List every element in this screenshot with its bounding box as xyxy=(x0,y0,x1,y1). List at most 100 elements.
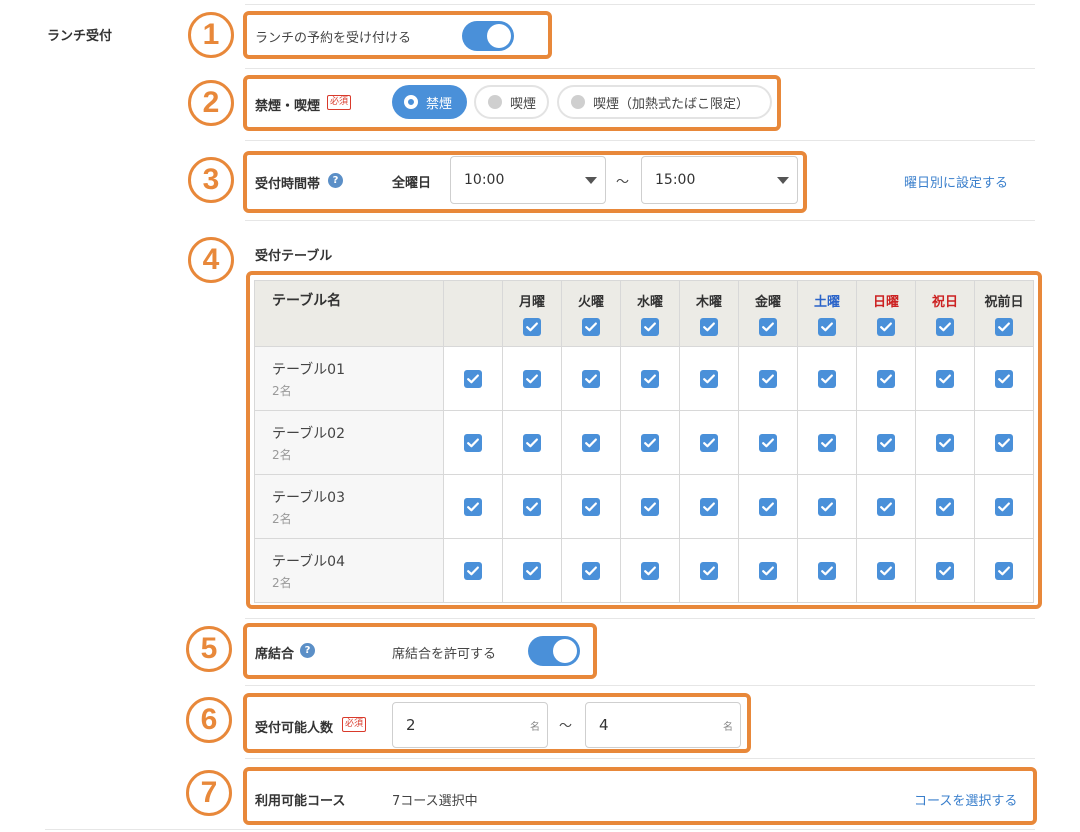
day-availability-cell xyxy=(620,538,680,603)
end-time-value: 15:00 xyxy=(655,172,696,188)
smoking-option-nonsmoking[interactable]: 禁煙 xyxy=(392,85,467,119)
day-availability-checkbox[interactable] xyxy=(582,434,600,453)
day-availability-checkbox[interactable] xyxy=(523,562,541,581)
day-select-all-checkbox[interactable] xyxy=(818,318,836,336)
day-availability-checkbox[interactable] xyxy=(759,562,777,581)
select-course-link[interactable]: コースを選択する xyxy=(914,790,1017,809)
option-label: 喫煙 xyxy=(510,96,537,112)
day-availability-checkbox[interactable] xyxy=(700,434,718,453)
day-availability-checkbox[interactable] xyxy=(582,498,600,517)
hours-label: 受付時間帯 xyxy=(255,177,321,192)
day-availability-checkbox[interactable] xyxy=(877,370,895,389)
day-column-header: 火曜 xyxy=(561,280,621,347)
smoking-option-heated[interactable]: 喫煙（加熱式たばこ限定） xyxy=(557,85,772,119)
day-availability-checkbox[interactable] xyxy=(818,562,836,581)
day-availability-cell xyxy=(561,346,621,411)
day-availability-checkbox[interactable] xyxy=(759,370,777,389)
row-select-all-cell xyxy=(443,474,503,539)
day-availability-checkbox[interactable] xyxy=(759,498,777,517)
day-availability-checkbox[interactable] xyxy=(582,370,600,389)
day-availability-checkbox[interactable] xyxy=(641,370,659,389)
day-label: 日曜 xyxy=(872,295,899,310)
caret-down-icon xyxy=(585,177,597,184)
table-name: テーブル01 xyxy=(272,361,345,378)
day-availability-checkbox[interactable] xyxy=(700,498,718,517)
row-select-all-cell xyxy=(443,346,503,411)
annotation-badge-4: 4 xyxy=(188,237,234,283)
caret-down-icon xyxy=(777,177,789,184)
day-availability-checkbox[interactable] xyxy=(995,498,1013,517)
day-availability-checkbox[interactable] xyxy=(877,498,895,517)
day-availability-checkbox[interactable] xyxy=(936,434,954,453)
day-select-all-checkbox[interactable] xyxy=(877,318,895,336)
day-availability-checkbox[interactable] xyxy=(995,370,1013,389)
radio-unselected-icon xyxy=(571,95,585,109)
reception-table-grid: テーブル名 月曜 火曜 水曜 木曜 金曜 土曜 日曜 祝日 祝前日 テーブル01 2名 テーブル02… xyxy=(254,280,1034,603)
day-availability-checkbox[interactable] xyxy=(818,498,836,517)
day-availability-cell xyxy=(738,474,798,539)
day-availability-checkbox[interactable] xyxy=(759,434,777,453)
day-column-header: 木曜 xyxy=(679,280,739,347)
day-select-all-checkbox[interactable] xyxy=(700,318,718,336)
section-title: ランチ受付 xyxy=(47,29,113,44)
day-availability-cell xyxy=(856,474,916,539)
row-select-all-checkbox[interactable] xyxy=(464,434,482,453)
day-availability-checkbox[interactable] xyxy=(936,562,954,581)
row-select-all-checkbox[interactable] xyxy=(464,562,482,581)
day-availability-checkbox[interactable] xyxy=(523,434,541,453)
day-availability-checkbox[interactable] xyxy=(641,498,659,517)
day-availability-cell xyxy=(974,346,1034,411)
min-party-input[interactable]: 2 名 xyxy=(392,702,548,748)
day-select-all-checkbox[interactable] xyxy=(641,318,659,336)
help-icon[interactable]: ? xyxy=(300,643,315,658)
day-label: 土曜 xyxy=(813,295,840,310)
day-availability-checkbox[interactable] xyxy=(523,498,541,517)
day-select-all-checkbox[interactable] xyxy=(582,318,600,336)
smoking-option-smoking[interactable]: 喫煙 xyxy=(474,85,549,119)
annotation-badge-6: 6 xyxy=(186,697,232,743)
row-select-all-checkbox[interactable] xyxy=(464,370,482,389)
day-availability-checkbox[interactable] xyxy=(877,562,895,581)
day-availability-checkbox[interactable] xyxy=(641,562,659,581)
day-availability-checkbox[interactable] xyxy=(818,434,836,453)
day-availability-checkbox[interactable] xyxy=(523,370,541,389)
table-row: テーブル04 2名 xyxy=(254,538,1034,603)
day-availability-checkbox[interactable] xyxy=(936,370,954,389)
row-select-all-cell xyxy=(443,410,503,475)
day-availability-checkbox[interactable] xyxy=(995,562,1013,581)
day-select-all-checkbox[interactable] xyxy=(936,318,954,336)
day-availability-checkbox[interactable] xyxy=(641,434,659,453)
combine-toggle[interactable] xyxy=(528,636,580,666)
day-availability-cell xyxy=(915,410,975,475)
day-select-all-checkbox[interactable] xyxy=(523,318,541,336)
day-availability-cell xyxy=(679,410,739,475)
help-icon[interactable]: ? xyxy=(328,173,343,188)
day-select-all-checkbox[interactable] xyxy=(995,318,1013,336)
end-time-select[interactable]: 15:00 xyxy=(641,156,798,204)
table-capacity: 2名 xyxy=(272,575,292,590)
lunch-toggle[interactable] xyxy=(462,21,514,51)
day-availability-cell xyxy=(856,346,916,411)
day-label: 火曜 xyxy=(577,295,604,310)
radio-unselected-icon xyxy=(488,95,502,109)
day-availability-checkbox[interactable] xyxy=(818,370,836,389)
table-name: テーブル03 xyxy=(272,489,345,506)
day-availability-checkbox[interactable] xyxy=(582,562,600,581)
per-day-setting-link[interactable]: 曜日別に設定する xyxy=(904,172,1008,191)
day-select-all-checkbox[interactable] xyxy=(759,318,777,336)
day-availability-cell xyxy=(797,474,857,539)
day-availability-checkbox[interactable] xyxy=(700,562,718,581)
day-availability-cell xyxy=(856,538,916,603)
row-select-all-checkbox[interactable] xyxy=(464,498,482,517)
day-availability-checkbox[interactable] xyxy=(995,434,1013,453)
start-time-select[interactable]: 10:00 xyxy=(450,156,606,204)
day-availability-cell xyxy=(915,346,975,411)
max-party-input[interactable]: 4 名 xyxy=(585,702,741,748)
table-row: テーブル01 2名 xyxy=(254,346,1034,411)
day-availability-cell xyxy=(738,410,798,475)
day-availability-checkbox[interactable] xyxy=(700,370,718,389)
day-availability-cell xyxy=(797,410,857,475)
day-availability-checkbox[interactable] xyxy=(936,498,954,517)
day-availability-cell xyxy=(561,538,621,603)
day-availability-checkbox[interactable] xyxy=(877,434,895,453)
